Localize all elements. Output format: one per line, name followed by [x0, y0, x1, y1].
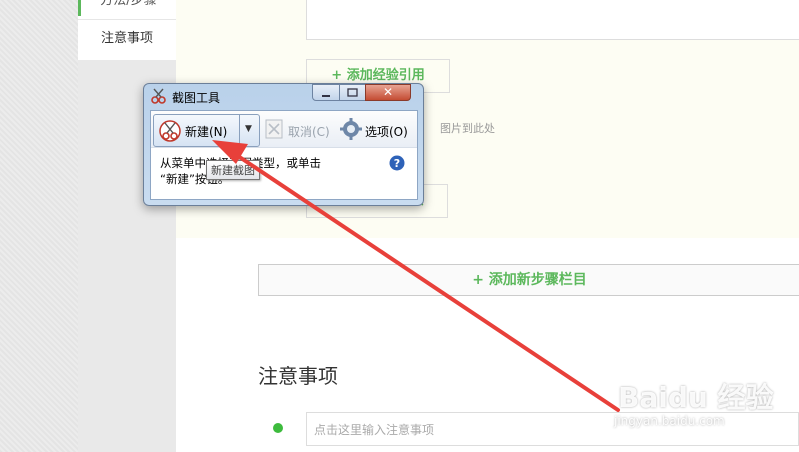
- notes-section-title: 注意事项: [258, 364, 338, 388]
- help-icon[interactable]: ?: [389, 155, 405, 171]
- maximize-button[interactable]: [339, 84, 366, 101]
- watermark-site: jingyan.baidu.com: [614, 414, 725, 428]
- options-label: 选项(O): [365, 125, 408, 139]
- instructions-line-2: “新建”按钮。: [160, 172, 230, 186]
- step-text-box[interactable]: [306, 0, 799, 40]
- drop-image-hint: 图片到此处: [440, 122, 495, 135]
- sidenav-item-notes[interactable]: 注意事项: [78, 19, 176, 57]
- watermark-brand: Baidu 经验: [618, 381, 774, 414]
- cancel-icon: [265, 119, 283, 139]
- snipping-tool-window[interactable]: 截图工具 ✕ 新建(N) ▼ 取消(C) 选项(O) “新建”按钮。 ? 新建截…: [143, 83, 424, 206]
- maximize-icon: [347, 88, 358, 97]
- baidu-watermark: Baidu 经验 jingyan.baidu.com: [612, 366, 792, 434]
- page-gutter: [0, 0, 78, 452]
- new-snip-label: 新建(N): [185, 125, 228, 139]
- minimize-icon: [322, 95, 330, 97]
- chevron-down-icon: ▼: [245, 124, 252, 134]
- sidenav-item-steps[interactable]: 方法/步骤: [78, 0, 176, 16]
- cancel-label: 取消(C): [288, 125, 330, 139]
- svg-text:?: ?: [394, 157, 400, 170]
- new-snip-scissors-icon: [159, 120, 181, 142]
- close-button[interactable]: ✕: [365, 84, 411, 101]
- snipping-tool-titlebar[interactable]: 截图工具 ✕: [144, 84, 423, 108]
- options-button[interactable]: 选项(O): [337, 114, 413, 145]
- new-snip-button[interactable]: 新建(N): [154, 115, 238, 146]
- add-step-section-button[interactable]: + 添加新步骤栏目: [258, 264, 799, 296]
- instructions-text: 从菜单中选择截图类型，或单击 “新建”按钮。: [160, 155, 380, 187]
- gear-icon: [340, 118, 362, 140]
- snipping-tool-title: 截图工具: [172, 91, 221, 105]
- minimize-button[interactable]: [312, 84, 340, 101]
- new-snip-tooltip: 新建截图: [206, 160, 260, 180]
- close-icon: ✕: [383, 85, 394, 99]
- side-nav: 方法/步骤 注意事项: [78, 0, 176, 60]
- new-snip-dropdown[interactable]: ▼: [239, 115, 259, 146]
- new-snip-split-button: 新建(N) ▼: [153, 114, 260, 147]
- scissors-app-icon: [151, 88, 166, 104]
- instructions-line-1: 从菜单中选择截图类型，或单击: [160, 155, 380, 171]
- snipping-toolbar: 新建(N) ▼ 取消(C) 选项(O): [151, 111, 417, 148]
- snipping-tool-body: 新建(N) ▼ 取消(C) 选项(O) “新建”按钮。 ? 新建截图: [150, 110, 418, 200]
- bullet-dot: [273, 423, 283, 433]
- cancel-button[interactable]: 取消(C): [261, 114, 331, 145]
